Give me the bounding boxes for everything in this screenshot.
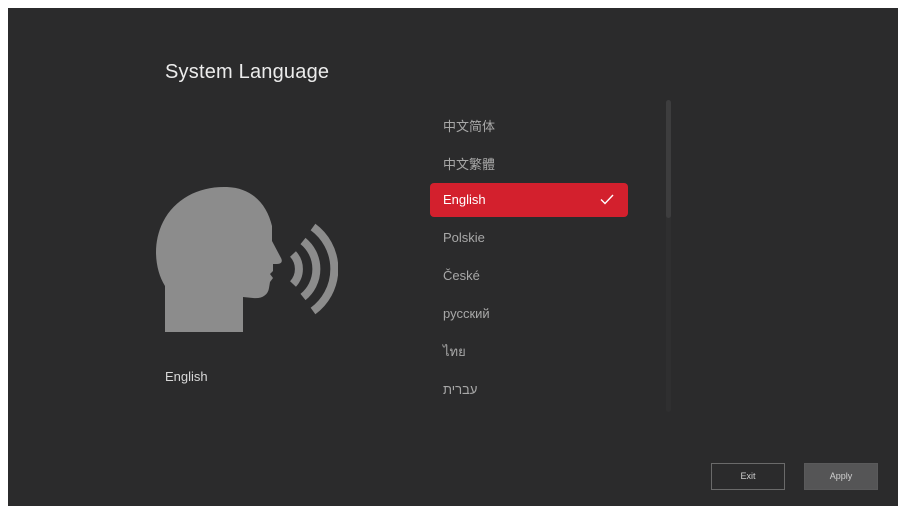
language-option-selected[interactable]: English [430, 183, 628, 217]
language-option-label: עברית [443, 382, 478, 397]
language-option[interactable]: עברית [430, 373, 628, 407]
language-option-label: ไทย [443, 344, 466, 359]
language-option-label: English [443, 192, 486, 207]
apply-button[interactable]: Apply [804, 463, 878, 490]
language-option[interactable]: České [430, 259, 628, 293]
language-option-label: 中文繁體 [443, 157, 496, 172]
language-settings-screen: System Language English 中文简体 中文繁體 Englis… [8, 8, 898, 506]
scrollbar-thumb[interactable] [666, 100, 671, 218]
speaking-head-icon [156, 186, 338, 332]
language-list: 中文简体 中文繁體 English Polskie České русский … [430, 98, 630, 413]
current-language-label: English [165, 369, 208, 384]
language-option-label: České [443, 268, 480, 283]
language-option[interactable]: русский [430, 297, 628, 331]
language-option-label: Polskie [443, 230, 485, 245]
language-option-label: 中文简体 [443, 119, 496, 134]
language-option[interactable]: 中文简体 [430, 110, 628, 144]
language-option[interactable]: 中文繁體 [430, 148, 628, 182]
language-option-label: русский [443, 306, 490, 321]
page-title: System Language [165, 61, 330, 83]
language-list-scrollbar[interactable] [666, 100, 671, 412]
check-icon [600, 194, 614, 205]
language-option[interactable]: ไทย [430, 335, 628, 369]
language-option[interactable]: Polskie [430, 221, 628, 255]
exit-button[interactable]: Exit [711, 463, 785, 490]
